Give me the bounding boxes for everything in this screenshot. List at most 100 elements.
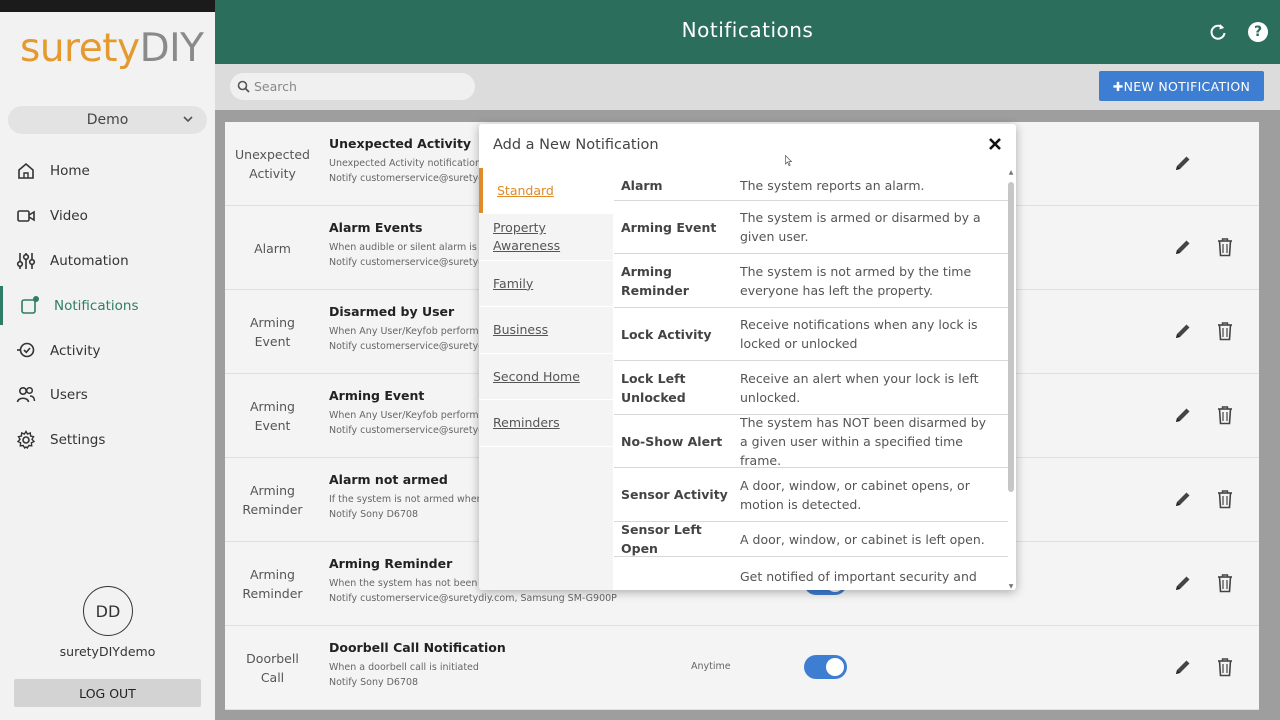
edit-pencil-icon[interactable]	[1173, 237, 1193, 257]
notification-type-line1: Arming	[250, 315, 295, 330]
sidebar-item-settings[interactable]: Settings	[0, 418, 215, 463]
help-icon[interactable]: ?	[1248, 22, 1268, 42]
logout-button[interactable]: LOG OUT	[14, 679, 201, 707]
logo-text-part2: DIY	[139, 26, 204, 71]
notification-type-name: No-Show Alert	[621, 433, 723, 449]
notification-type-name: Arming Reminder	[621, 263, 689, 298]
scroll-down-arrow-icon[interactable]: ▼	[1008, 584, 1014, 590]
sidebar: suretyDIY Demo Home Video Automation Notifi…	[0, 12, 215, 720]
notification-type-name: Alarm	[621, 177, 663, 193]
notification-type-option[interactable]: Get notified of important security and	[614, 557, 1008, 590]
category-reminders[interactable]: Reminders	[479, 400, 613, 447]
delete-trash-icon[interactable]	[1216, 405, 1234, 425]
search-icon	[237, 80, 250, 93]
category-business[interactable]: Business	[479, 307, 613, 354]
notification-type-option[interactable]: Lock Activity Receive notifications when …	[614, 308, 1008, 361]
edit-pencil-icon[interactable]	[1173, 153, 1193, 173]
notification-type-line1: Unexpected	[235, 147, 310, 162]
close-icon[interactable]	[988, 137, 1002, 151]
delete-trash-icon[interactable]	[1216, 237, 1234, 257]
notification-type-description: The system reports an alarm.	[740, 177, 925, 193]
site-select[interactable]: Demo	[8, 106, 207, 134]
notification-recipients: Notify customerservice@suretydiy.com, Sa…	[329, 593, 617, 604]
notification-type-line2: Event	[254, 418, 291, 433]
notification-type: Arming Event	[225, 290, 320, 374]
logo-text-part1: surety	[20, 26, 140, 71]
sidebar-item-activity[interactable]: Activity	[0, 328, 215, 373]
scroll-up-arrow-icon[interactable]: ▲	[1008, 170, 1014, 176]
new-notification-button[interactable]: ✚NEW NOTIFICATION	[1099, 71, 1264, 101]
toolbar: Search ✚NEW NOTIFICATION	[215, 64, 1280, 110]
page-title: Notifications	[681, 18, 814, 42]
sliders-icon	[16, 252, 36, 269]
notification-recipients: Notify Sony D6708	[329, 677, 419, 688]
notification-type-description: The system is not armed by the time ever…	[740, 263, 972, 298]
notification-type-name: Lock Left Unlocked	[621, 370, 686, 405]
edit-pencil-icon[interactable]	[1173, 489, 1193, 509]
category-family[interactable]: Family	[479, 261, 613, 307]
chevron-down-icon	[183, 116, 193, 123]
notification-type-line1: Arming	[250, 483, 295, 498]
category-standard[interactable]: Standard	[479, 168, 613, 214]
notification-type-option[interactable]: No-Show Alert The system has NOT been dis…	[614, 415, 1008, 468]
delete-trash-icon[interactable]	[1216, 573, 1234, 593]
edit-pencil-icon[interactable]	[1173, 657, 1193, 677]
category-second-home[interactable]: Second Home	[479, 354, 613, 400]
notification-type: Alarm	[225, 206, 320, 290]
sidebar-item-home[interactable]: Home	[0, 149, 215, 194]
notification-type-description: Receive an alert when your lock is left …	[740, 370, 979, 405]
sidebar-item-video[interactable]: Video	[0, 194, 215, 239]
scrollbar-thumb[interactable]	[1008, 182, 1014, 492]
activity-check-icon	[17, 342, 35, 358]
notification-type: Unexpected Activity	[225, 122, 320, 206]
home-icon	[18, 162, 34, 179]
notification-name: Doorbell Call Notification	[329, 640, 506, 655]
add-notification-modal: Add a New Notification Standard Property …	[479, 124, 1016, 590]
sidebar-item-users[interactable]: Users	[0, 373, 215, 418]
sidebar-item-label: Video	[50, 208, 88, 225]
notification-row[interactable]: Doorbell Call Doorbell Call Notification Wh…	[225, 626, 1259, 710]
notification-type-description: A door, window, or cabinet opens, or mot…	[740, 477, 970, 512]
notification-type-line2: Call	[260, 670, 285, 685]
category-property-awareness[interactable]: Property Awareness	[479, 214, 613, 261]
notification-type-option[interactable]: Alarm The system reports an alarm.	[614, 170, 1008, 201]
notification-type: Arming Event	[225, 374, 320, 458]
notification-type-line1: Arming	[250, 399, 295, 414]
notification-schedule: Anytime	[691, 661, 731, 672]
notification-type-line2: Activity	[249, 166, 296, 181]
notification-type-list: Alarm The system reports an alarm. Arming …	[614, 170, 1008, 590]
delete-trash-icon[interactable]	[1216, 489, 1234, 509]
delete-trash-icon[interactable]	[1216, 657, 1234, 677]
category-list: Standard Property Awareness Family Business…	[479, 168, 613, 590]
notification-type-name: Lock Activity	[621, 326, 712, 342]
notification-type-name: Arming Event	[621, 219, 717, 235]
modal-title: Add a New Notification	[493, 137, 659, 153]
notification-type: Arming Reminder	[225, 542, 320, 626]
notification-type-option[interactable]: Sensor Left Open A door, window, or cabin…	[614, 522, 1008, 557]
notification-type-option[interactable]: Lock Left Unlocked Receive an alert when …	[614, 361, 1008, 415]
notification-type-name: Sensor Left Open	[621, 522, 702, 556]
notification-type-option[interactable]: Sensor Activity A door, window, or cabine…	[614, 468, 1008, 522]
search-input[interactable]: Search	[230, 73, 475, 100]
edit-pencil-icon[interactable]	[1173, 573, 1193, 593]
notification-bell-icon	[21, 296, 39, 315]
notification-type-description: The system has NOT been disarmed by a gi…	[740, 414, 987, 468]
notification-type-option[interactable]: Arming Event The system is armed or disar…	[614, 201, 1008, 254]
avatar-initials: DD	[95, 601, 121, 621]
sidebar-item-automation[interactable]: Automation	[0, 239, 215, 284]
video-camera-icon	[17, 209, 35, 222]
avatar[interactable]: DD	[83, 586, 133, 636]
delete-trash-icon[interactable]	[1216, 321, 1234, 341]
notification-type-option[interactable]: Arming Reminder The system is not armed b…	[614, 254, 1008, 308]
suretydiy-logo[interactable]: suretyDIY	[20, 26, 204, 71]
notification-type-line1: Arming	[250, 567, 295, 582]
notification-enabled-toggle[interactable]	[804, 655, 847, 679]
sidebar-item-label: Activity	[50, 342, 101, 359]
mouse-cursor-icon	[785, 155, 793, 166]
edit-pencil-icon[interactable]	[1173, 321, 1193, 341]
edit-pencil-icon[interactable]	[1173, 405, 1193, 425]
modal-scrollbar[interactable]: ▲ ▼	[1008, 170, 1014, 590]
sidebar-item-notifications[interactable]: Notifications	[0, 283, 215, 328]
notification-type-line2: Event	[254, 334, 291, 349]
refresh-icon[interactable]	[1208, 22, 1228, 42]
